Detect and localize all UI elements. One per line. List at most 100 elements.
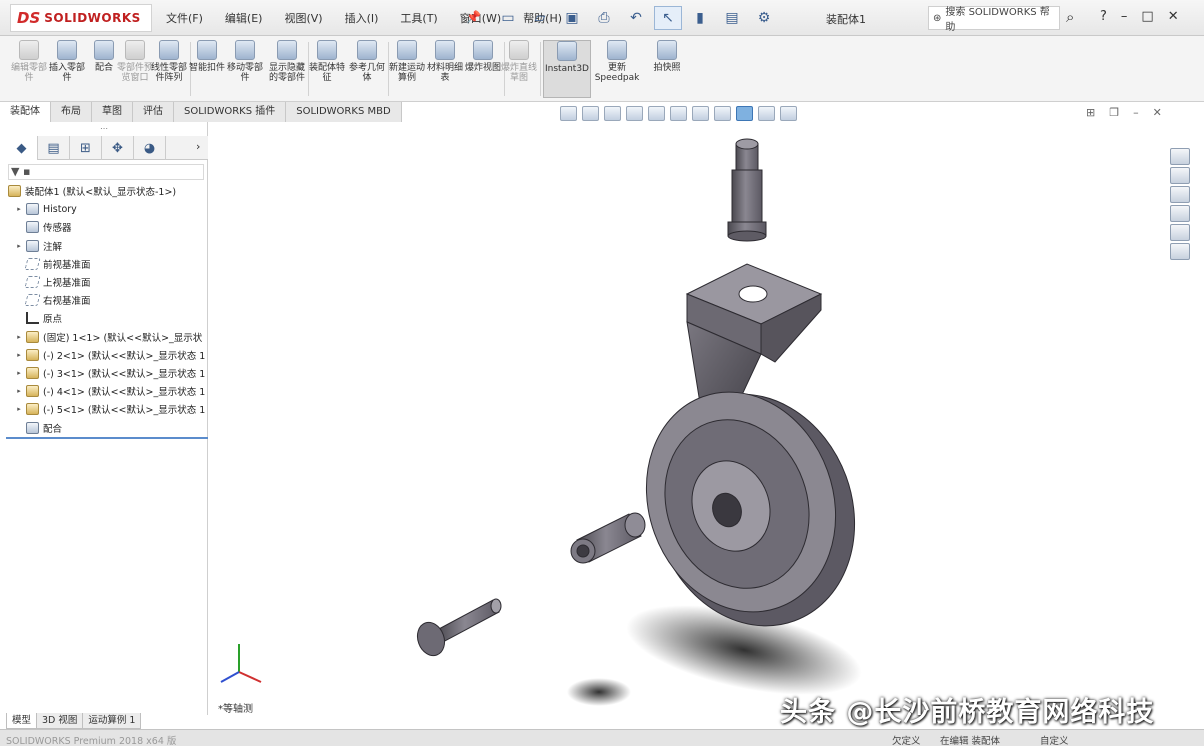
rollback-bar[interactable] [6, 436, 208, 439]
property-manager-tab-icon[interactable]: ▤ [38, 136, 70, 160]
view-settings-icon[interactable] [780, 106, 797, 121]
command-tab[interactable]: 装配体 [0, 102, 51, 122]
configuration-manager-tab-icon[interactable]: ⊞ [70, 136, 102, 160]
expand-arrow-icon[interactable]: ▸ [12, 405, 26, 413]
edit-appearance-icon[interactable] [736, 106, 753, 121]
help-search-field[interactable]: ⊛ 搜索 SOLIDWORKS 帮助 [928, 6, 1060, 33]
tree-item[interactable]: ▸ (-) 3<1> (默认<<默认>_显示状态 1 [6, 364, 208, 382]
maximize-icon[interactable]: □ [1141, 9, 1153, 24]
undo-icon[interactable]: ↶ [622, 6, 650, 30]
options-gear-icon[interactable]: ⚙ [750, 6, 778, 30]
help-icon[interactable]: ? [1100, 9, 1107, 24]
tree-item[interactable]: 配合 [6, 418, 208, 436]
tree-item[interactable]: 原点 [6, 309, 208, 327]
tree-filter[interactable]: ▼ ▪ [8, 164, 204, 180]
design-library-icon[interactable] [1170, 167, 1190, 184]
minimize-icon[interactable]: – [1133, 106, 1139, 119]
menu-item[interactable]: 工具(T) [389, 10, 448, 26]
print-icon[interactable]: ⎙ [590, 6, 618, 30]
expand-arrow-icon[interactable]: ▸ [12, 205, 26, 213]
menu-item[interactable]: 视图(V) [273, 10, 333, 26]
display-style-icon[interactable] [692, 106, 709, 121]
graphics-area[interactable] [209, 122, 1169, 715]
save-icon[interactable]: ▣ [558, 6, 586, 30]
restore-icon[interactable]: ❐ [1109, 106, 1119, 119]
tile-icon[interactable]: ⊞ [1086, 106, 1095, 119]
ribbon-button[interactable]: 显示隐藏的零部件 [268, 40, 306, 98]
close-icon[interactable]: ✕ [1168, 9, 1179, 24]
command-tab[interactable]: 评估 [133, 102, 174, 122]
expand-arrow-icon[interactable]: ▸ [12, 351, 26, 359]
solidworks-logo[interactable]: DS SOLIDWORKS [10, 4, 152, 32]
ribbon-button[interactable]: 材料明细表 [426, 40, 464, 98]
ribbon-button[interactable]: 零部件预览窗口 [116, 40, 154, 98]
feature-manager-tab-icon[interactable]: ◆ [6, 136, 38, 160]
zoom-to-area-icon[interactable] [582, 106, 599, 121]
file-explorer-icon[interactable] [1170, 186, 1190, 203]
command-tab[interactable]: 草图 [92, 102, 133, 122]
expand-arrow-icon[interactable]: ▸ [12, 242, 26, 250]
appearances-icon[interactable] [1170, 224, 1190, 241]
command-tab[interactable]: SOLIDWORKS MBD [286, 102, 402, 122]
ribbon-button[interactable]: 智能扣件 [188, 40, 226, 98]
section-view-icon[interactable] [626, 106, 643, 121]
tree-item[interactable]: ▸ History [6, 200, 208, 218]
menu-item[interactable]: 插入(I) [334, 10, 390, 26]
ribbon-button[interactable]: 移动零部件 [226, 40, 264, 98]
menu-item[interactable]: 编辑(E) [214, 10, 274, 26]
select-cursor-icon[interactable]: ↖ [654, 6, 682, 30]
tree-item[interactable]: ▸ 注解 [6, 237, 208, 255]
dynamic-annotation-icon[interactable] [648, 106, 665, 121]
chevron-right-icon[interactable]: › [196, 140, 200, 153]
ribbon-button[interactable]: 编辑零部件 [10, 40, 48, 98]
ribbon-button[interactable]: 爆炸视图 [464, 40, 502, 98]
view-palette-icon[interactable] [1170, 205, 1190, 222]
previous-view-icon[interactable] [604, 106, 621, 121]
bushing-sleeve[interactable] [570, 512, 646, 564]
tree-item[interactable]: ▸ (固定) 1<1> (默认<<默认>_显示状 [6, 328, 208, 346]
apply-scene-icon[interactable] [758, 106, 775, 121]
ribbon-button[interactable]: 线性零部件阵列 [150, 40, 188, 98]
tree-root-assembly[interactable]: 装配体1 (默认<默认_显示状态-1>) [6, 182, 208, 200]
bottom-tab[interactable]: 3D 视图 [36, 713, 84, 729]
bottom-tab[interactable]: 模型 [6, 713, 38, 729]
ribbon-button[interactable]: 爆炸直线草图 [500, 40, 538, 98]
search-icon[interactable]: ⌕ [1066, 8, 1074, 26]
new-document-icon[interactable]: ▭ [494, 6, 522, 30]
custom-properties-icon[interactable] [1170, 243, 1190, 260]
expand-arrow-icon[interactable]: ▸ [12, 333, 26, 341]
tree-item[interactable]: 前视基准面 [6, 255, 208, 273]
tree-item[interactable]: ▸ (-) 4<1> (默认<<默认>_显示状态 1 [6, 382, 208, 400]
ribbon-button[interactable]: 更新 Speedpak [595, 40, 639, 98]
display-manager-tab-icon[interactable]: ◕ [134, 136, 166, 160]
command-tab[interactable]: SOLIDWORKS 插件 [174, 102, 287, 122]
tree-item[interactable]: 上视基准面 [6, 273, 208, 291]
minimize-icon[interactable]: – [1121, 9, 1128, 24]
shaft-pin[interactable] [413, 598, 502, 659]
units-selector[interactable]: 自定义 [1040, 733, 1069, 746]
menu-item[interactable]: 文件(F) [155, 10, 214, 26]
command-tab[interactable]: 布局 [51, 102, 92, 122]
top-axle-pin[interactable] [727, 138, 767, 242]
expand-arrow-icon[interactable]: ▸ [12, 369, 26, 377]
tree-item[interactable]: ▸ (-) 2<1> (默认<<默认>_显示状态 1 [6, 346, 208, 364]
pin-menu-icon[interactable]: 📌 [466, 10, 481, 24]
file-properties-icon[interactable]: ▤ [718, 6, 746, 30]
ribbon-button[interactable]: 拍快照 [648, 40, 686, 98]
ribbon-button[interactable]: 参考几何体 [348, 40, 386, 98]
open-folder-icon[interactable]: ▱ [526, 6, 554, 30]
bottom-tab[interactable]: 运动算例 1 [82, 713, 142, 729]
ribbon-button[interactable]: Instant3D [543, 40, 591, 98]
tree-item[interactable]: 右视基准面 [6, 291, 208, 309]
view-orientation-icon[interactable] [670, 106, 687, 121]
tree-item[interactable]: ▸ (-) 5<1> (默认<<默认>_显示状态 1 [6, 400, 208, 418]
zoom-to-fit-icon[interactable] [560, 106, 577, 121]
expand-arrow-icon[interactable]: ▸ [12, 387, 26, 395]
ribbon-button[interactable]: 新建运动算例 [388, 40, 426, 98]
rebuild-icon[interactable]: ▮ [686, 6, 714, 30]
tree-item[interactable]: 传感器 [6, 218, 208, 236]
ribbon-button[interactable]: 插入零部件 [48, 40, 86, 98]
ribbon-button[interactable]: 装配体特征 [308, 40, 346, 98]
solidworks-resources-icon[interactable] [1170, 148, 1190, 165]
dimxpert-tab-icon[interactable]: ✥ [102, 136, 134, 160]
